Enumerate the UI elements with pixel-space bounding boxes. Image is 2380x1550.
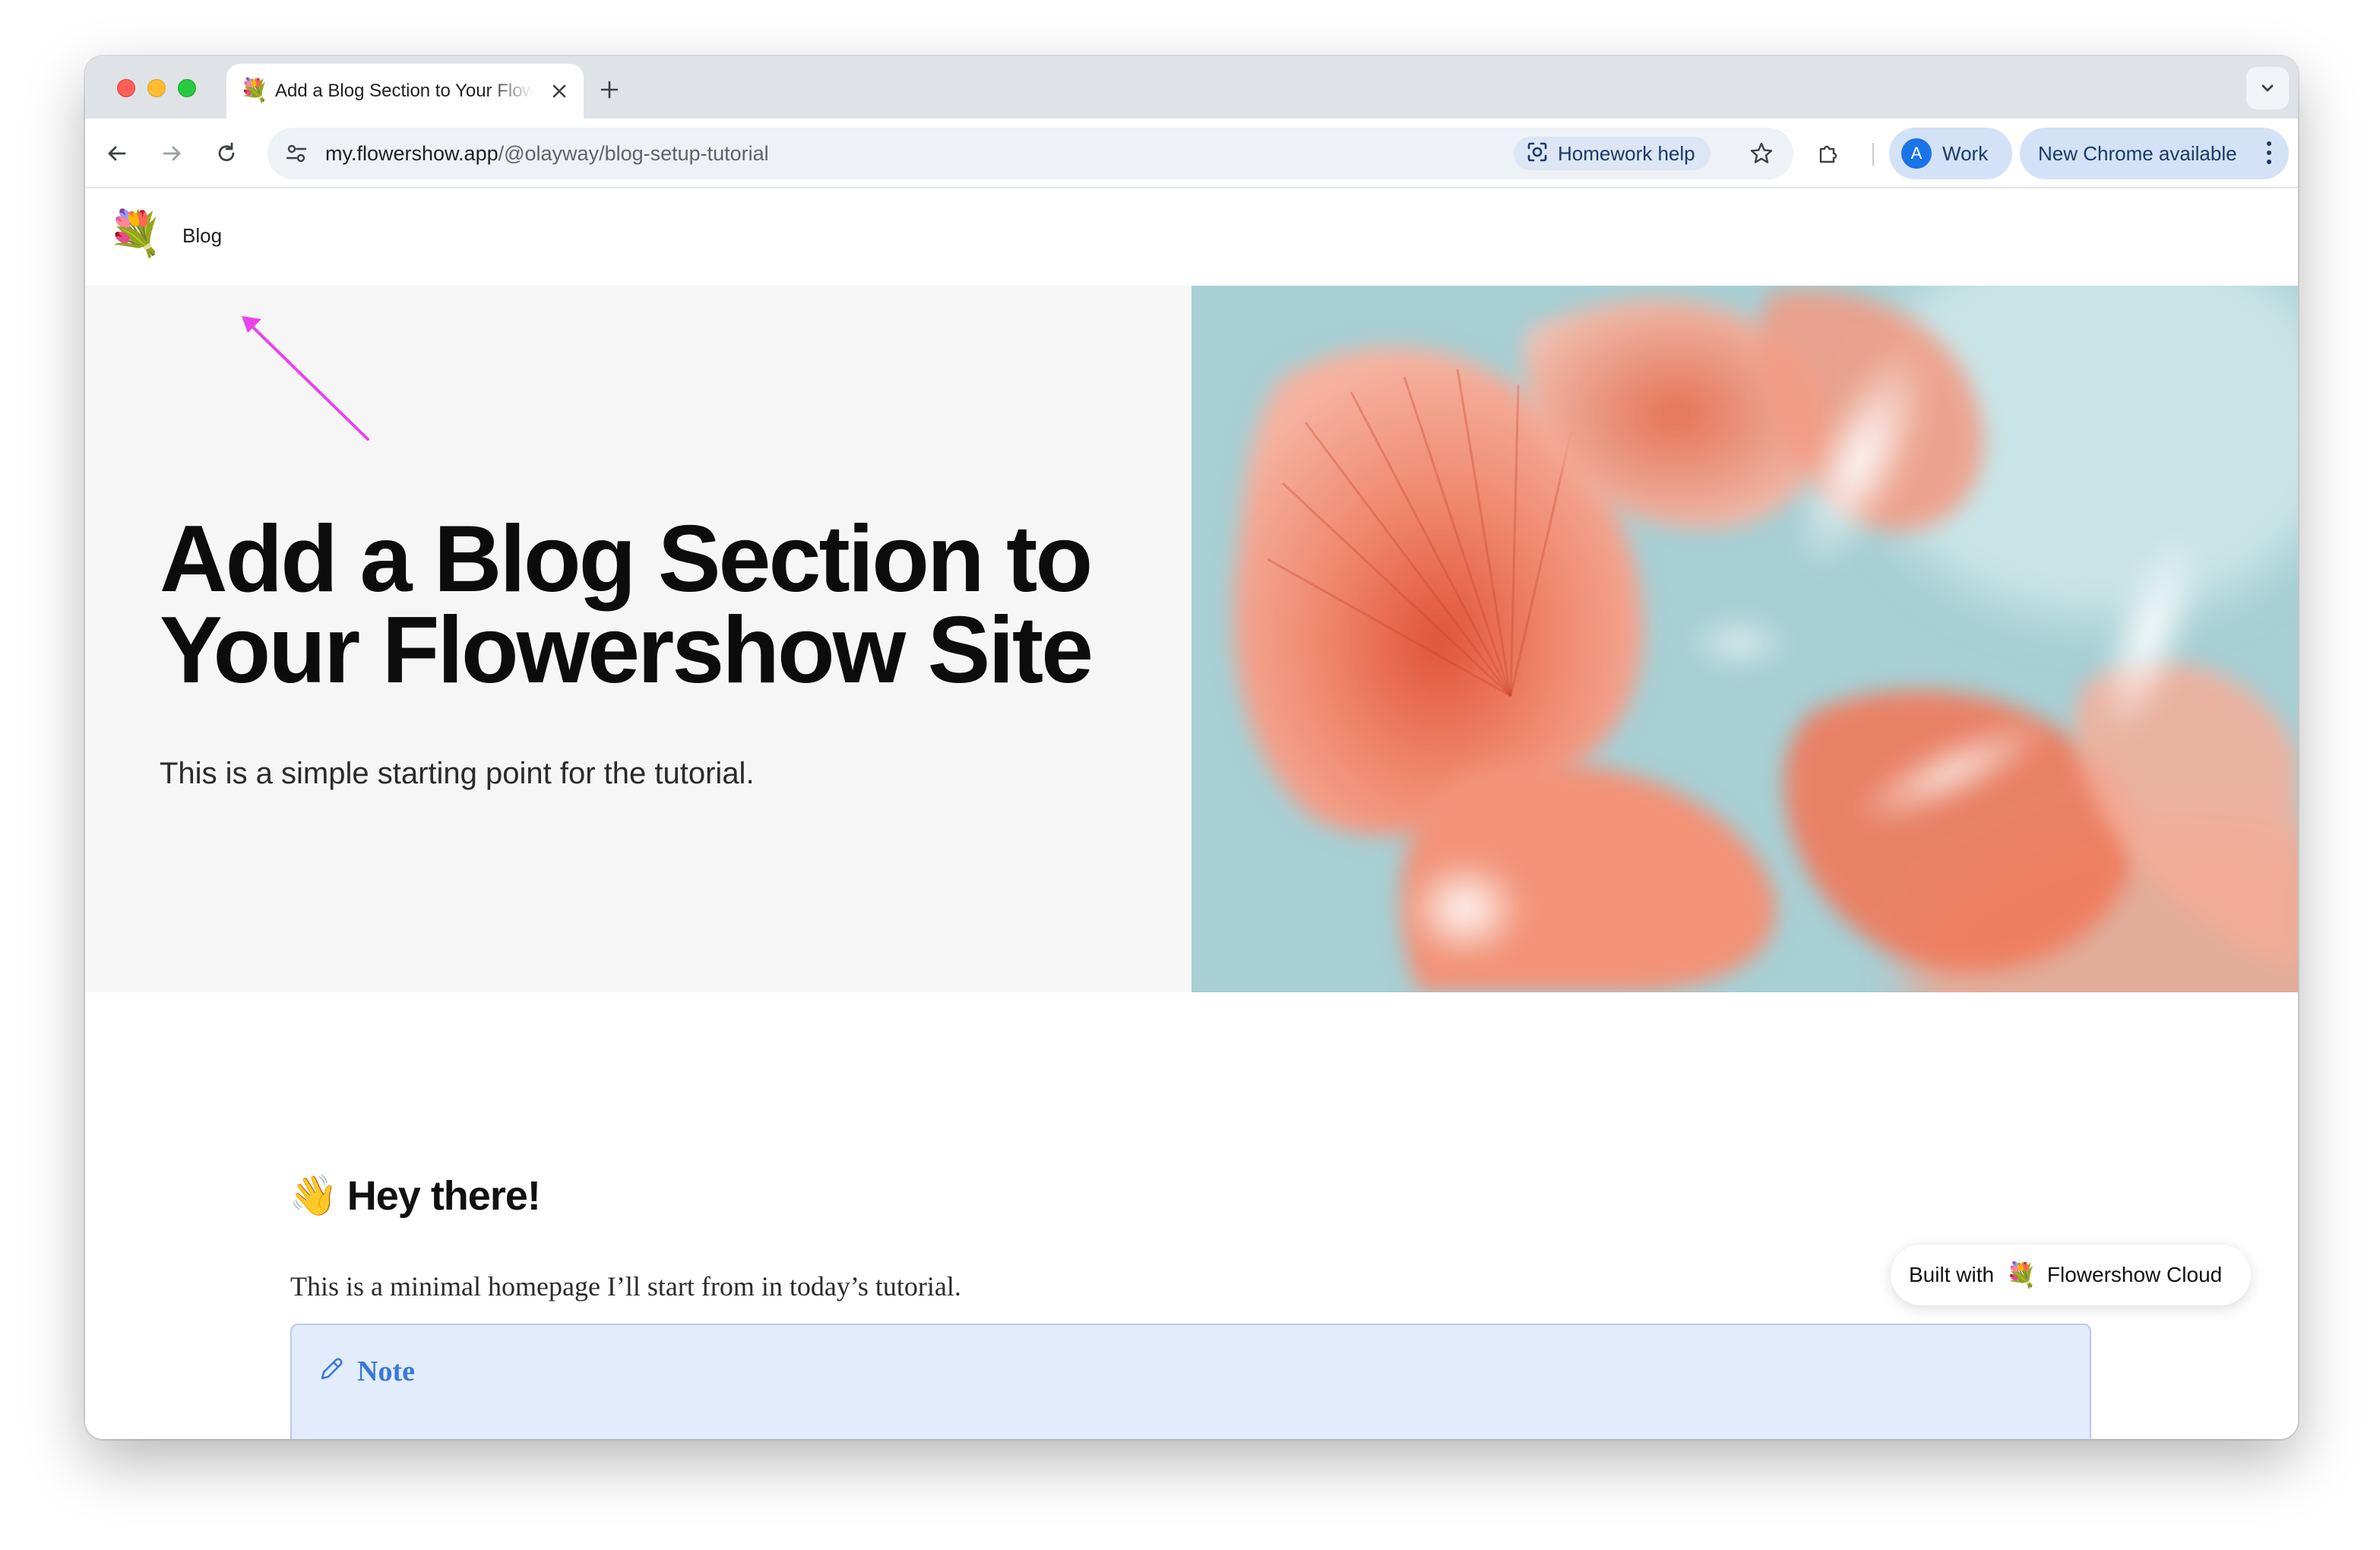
address-bar[interactable]: my.flowershow.app/@olayway/blog-setup-tu… <box>267 128 1793 179</box>
puzzle-icon[interactable] <box>1809 134 1848 173</box>
url-path: /@olayway/blog-setup-tutorial <box>498 142 769 165</box>
intro-paragraph: This is a minimal homepage I’ll start fr… <box>290 1271 961 1302</box>
new-chrome-label: New Chrome available <box>2038 141 2237 165</box>
tab-active[interactable]: 💐 Add a Blog Section to Your Flowershow … <box>226 64 584 119</box>
note-callout: Note <box>290 1324 2091 1439</box>
star-icon[interactable] <box>1745 137 1778 170</box>
profile-button[interactable]: A Work <box>1889 128 2012 179</box>
web-page: 💐 Blog Add a Blog Section to Your Flower… <box>85 188 2298 1439</box>
badge-built-with: Built with <box>1909 1263 1995 1286</box>
new-chrome-available-button[interactable]: New Chrome available <box>2020 128 2289 179</box>
homework-help-label: Homework help <box>1558 141 1695 165</box>
tab-title: Add a Blog Section to Your Flowershow Si… <box>275 81 533 101</box>
tab-favicon: 💐 <box>240 78 269 103</box>
section-heading-text: Hey there! <box>347 1173 541 1219</box>
callout-header: Note <box>316 1354 415 1388</box>
toolbar-divider <box>1872 143 1874 166</box>
hero-title: Add a Blog Section to Your Flowershow Si… <box>160 507 1093 703</box>
badge-name: Flowershow Cloud <box>2046 1263 2223 1286</box>
site-logo[interactable]: 💐 <box>108 210 163 258</box>
hero-image <box>1192 286 2298 992</box>
avatar: A <box>1901 138 1932 169</box>
tune-icon[interactable] <box>278 135 315 172</box>
chevron-down-icon[interactable] <box>2246 67 2289 109</box>
homework-help-button[interactable]: Homework help <box>1514 137 1711 170</box>
callout-label: Note <box>357 1355 415 1387</box>
hero-text-panel: Add a Blog Section to Your Flowershow Si… <box>85 286 1192 992</box>
site-navbar: 💐 Blog <box>85 188 2298 286</box>
browser-window: 💐 Add a Blog Section to Your Flowershow … <box>85 56 2298 1439</box>
browser-toolbar: my.flowershow.app/@olayway/blog-setup-tu… <box>85 119 2298 188</box>
reload-icon[interactable] <box>207 134 246 173</box>
hero-subtitle: This is a simple starting point for the … <box>160 757 755 790</box>
pencil-icon <box>316 1354 347 1388</box>
section-heading: 👋 Hey there! <box>289 1173 541 1219</box>
close-icon[interactable] <box>546 78 573 105</box>
hero-section: Add a Blog Section to Your Flowershow Si… <box>85 286 2298 992</box>
built-with-badge[interactable]: Built with 💐 Flowershow Cloud <box>1891 1245 2251 1305</box>
nav-link-blog[interactable]: Blog <box>182 223 222 248</box>
badge-logo: 💐 <box>2006 1261 2037 1289</box>
back-arrow-icon[interactable] <box>97 134 137 173</box>
plus-icon[interactable] <box>594 74 625 105</box>
close-window-button[interactable] <box>117 79 135 97</box>
profile-label: Work <box>1942 141 1989 165</box>
lens-icon <box>1526 141 1549 167</box>
url-host: my.flowershow.app <box>325 142 498 165</box>
forward-arrow-icon[interactable] <box>152 134 191 173</box>
main-content: 👋 Hey there! This is a minimal homepage … <box>85 992 2298 1439</box>
waving-hand-emoji: 👋 <box>289 1174 338 1218</box>
zoom-window-button[interactable] <box>178 79 196 97</box>
minimize-window-button[interactable] <box>147 79 166 97</box>
url-text[interactable]: my.flowershow.app/@olayway/blog-setup-tu… <box>325 141 769 166</box>
kebab-menu-icon[interactable] <box>2266 141 2272 166</box>
tab-strip: 💐 Add a Blog Section to Your Flowershow … <box>85 56 2298 119</box>
